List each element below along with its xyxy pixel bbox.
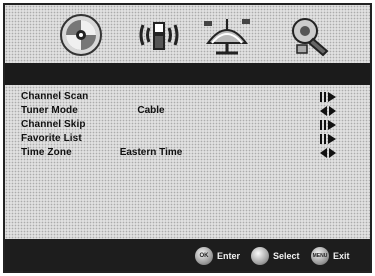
menu-item-channel-skip[interactable]: Channel Skip	[21, 119, 361, 133]
play-arrow-icon	[319, 120, 339, 130]
menu-item-tuner-mode[interactable]: Tuner Mode Cable	[21, 105, 361, 119]
play-arrow-icon	[319, 134, 339, 144]
ok-button-icon[interactable]: OK	[195, 247, 213, 265]
menu-item-channel-scan[interactable]: Channel Scan	[21, 91, 361, 105]
menu-item-label: Channel Skip	[21, 119, 86, 130]
menu-item-label: Favorite List	[21, 133, 82, 144]
footer-bar: OK Enter Select MENU Exit	[5, 239, 370, 271]
exit-label: Exit	[333, 251, 350, 261]
left-right-arrows-icon[interactable]	[319, 148, 339, 158]
antenna-icon[interactable]	[137, 13, 181, 57]
settings-icon[interactable]	[289, 13, 331, 57]
menu-frame: Channel Scan Tuner Mode Cable Channel Sk…	[3, 3, 372, 273]
header-band	[5, 63, 370, 85]
select-hint[interactable]: Select	[251, 247, 300, 265]
enter-label: Enter	[217, 251, 241, 261]
enter-hint[interactable]: OK Enter	[195, 247, 240, 265]
menu-item-value: Cable	[137, 105, 165, 116]
menu-button-icon[interactable]: MENU	[311, 247, 329, 265]
settings-list: Channel Scan Tuner Mode Cable Channel Sk…	[5, 85, 370, 239]
select-label: Select	[273, 251, 300, 261]
left-right-arrows-icon[interactable]	[319, 106, 339, 116]
exit-hint[interactable]: MENU Exit	[311, 247, 350, 265]
menu-item-value: Eastern Time	[119, 147, 183, 158]
disc-icon[interactable]	[59, 13, 103, 57]
play-arrow-icon	[319, 92, 339, 102]
dpad-icon[interactable]	[251, 247, 269, 265]
menu-item-time-zone[interactable]: Time Zone Eastern Time	[21, 147, 361, 161]
tv-menu-screen: Channel Scan Tuner Mode Cable Channel Sk…	[0, 0, 375, 276]
menu-item-label: Channel Scan	[21, 91, 89, 102]
menu-item-favorite-list[interactable]: Favorite List	[21, 133, 361, 147]
menu-icon-bar	[5, 5, 370, 63]
satellite-dish-icon[interactable]	[202, 13, 252, 57]
